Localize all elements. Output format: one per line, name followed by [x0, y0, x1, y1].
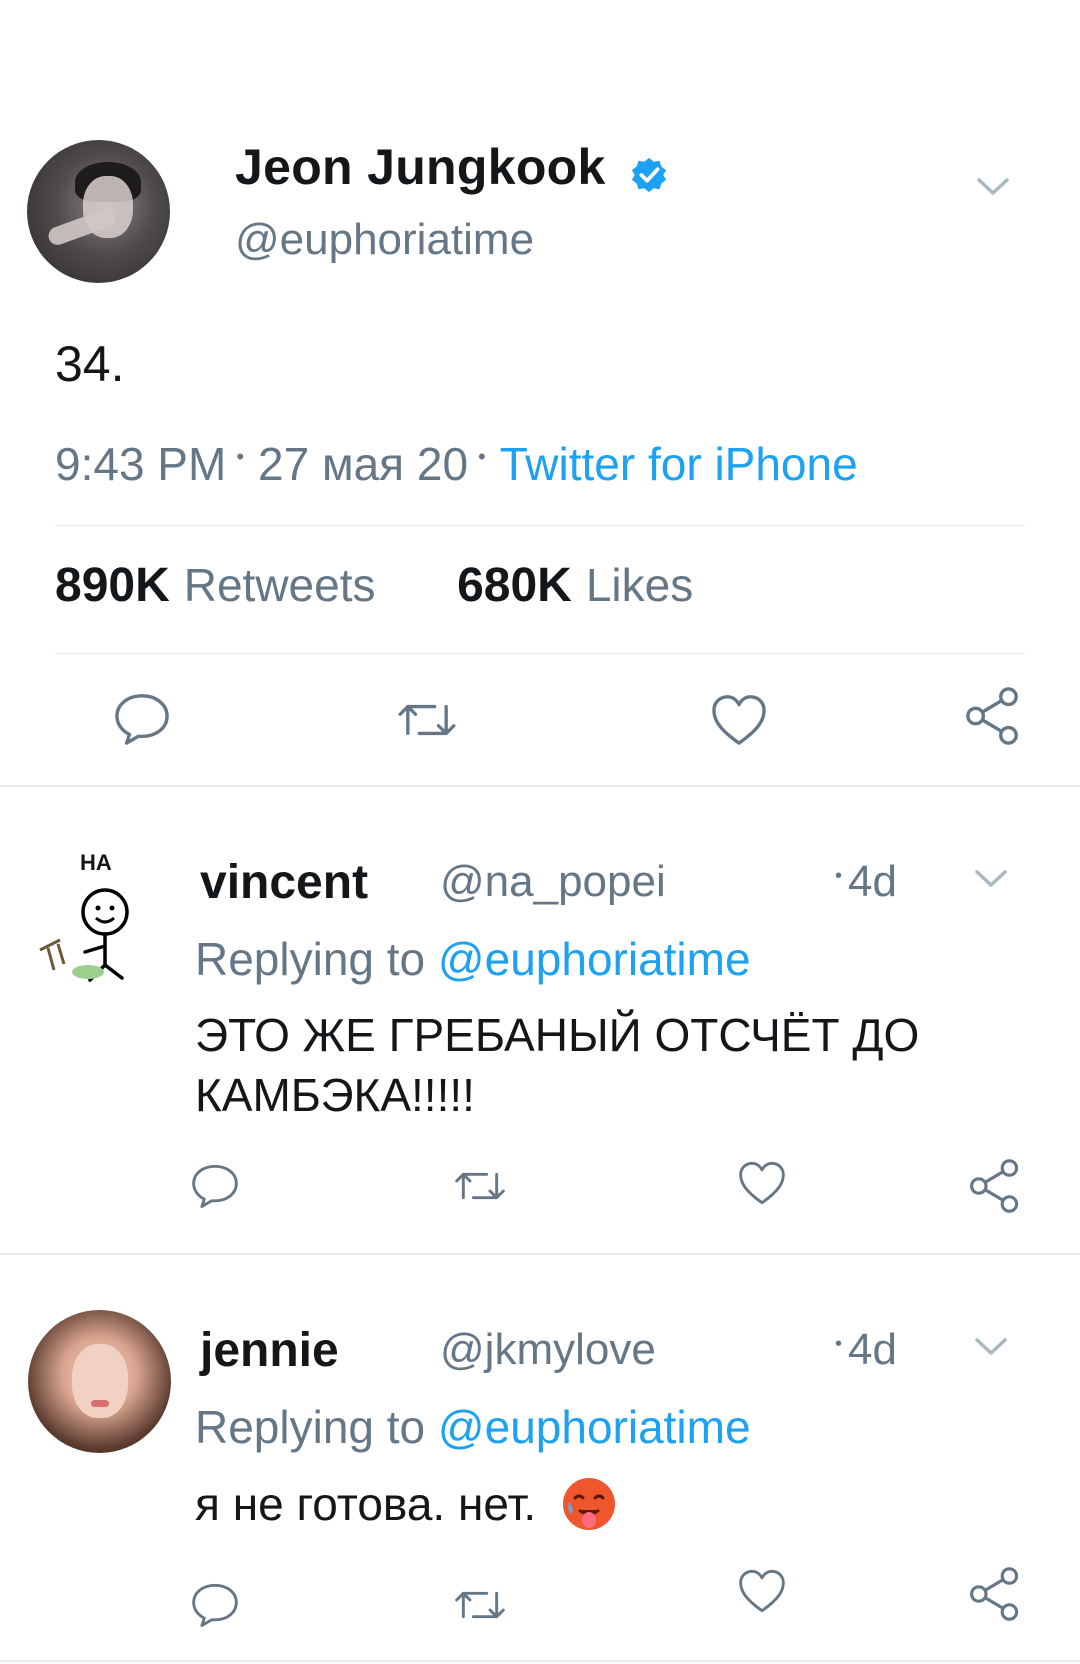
- reply-icon[interactable]: [113, 692, 171, 751]
- reply-text: я не готова. нет.: [195, 1478, 537, 1530]
- meta-separator: •: [835, 1333, 843, 1355]
- stick-figure-drawing: [39, 888, 129, 982]
- reply-timestamp: • 4d: [835, 857, 897, 907]
- retweets-label: Retweets: [183, 559, 376, 611]
- meta-separator: •: [835, 865, 843, 887]
- avatar-lips: [91, 1400, 109, 1407]
- retweet-icon[interactable]: [453, 1166, 507, 1211]
- retweets-count: 890K: [55, 559, 170, 612]
- reply-icon[interactable]: [190, 1163, 240, 1214]
- reply-avatar-vincent[interactable]: НА: [30, 850, 150, 990]
- retweets-stat[interactable]: 890K Retweets: [55, 559, 376, 612]
- tweet-source-link[interactable]: Twitter for iPhone: [500, 438, 858, 490]
- replying-prefix: Replying to: [195, 933, 426, 985]
- likes-label: Likes: [585, 559, 694, 611]
- replying-prefix: Replying to: [195, 1401, 426, 1453]
- reply-author-handle[interactable]: @na_popei: [440, 857, 666, 907]
- reply-time-value: 4d: [848, 1325, 897, 1374]
- tweet-date: 27 мая 20: [258, 438, 469, 490]
- share-icon[interactable]: [964, 685, 1022, 752]
- divider: [55, 525, 1025, 526]
- hot-face-emoji-icon: [561, 1476, 617, 1532]
- reply-text-row: я не готова. нет.: [195, 1474, 617, 1536]
- chevron-down-icon[interactable]: [975, 168, 1011, 204]
- likes-count: 680K: [457, 559, 572, 612]
- tweet-meta: 9:43 PM • 27 мая 20 • Twitter for iPhone: [55, 437, 858, 491]
- replying-to: Replying to @euphoriatime: [195, 1400, 751, 1454]
- author-avatar[interactable]: [27, 140, 170, 283]
- meta-separator: •: [478, 444, 486, 469]
- like-icon[interactable]: [737, 1160, 787, 1211]
- engagement-counts: 890K Retweets 680K Likes: [55, 558, 693, 613]
- author-name-row[interactable]: Jeon Jungkook: [235, 138, 668, 196]
- reply-text: ЭТО ЖЕ ГРЕБАНЫЙ ОТСЧЁТ ДО КАМБЭКА!!!!!: [195, 1005, 919, 1125]
- reply-avatar-jennie[interactable]: [28, 1310, 171, 1453]
- section-divider: [0, 785, 1080, 787]
- reply-icon[interactable]: [190, 1582, 240, 1633]
- avatar-arm: [46, 206, 118, 248]
- reply-text-line: ЭТО ЖЕ ГРЕБАНЫЙ ОТСЧЁТ ДО: [195, 1009, 920, 1061]
- section-divider: [0, 1660, 1080, 1662]
- tweet-text: 34.: [55, 336, 125, 392]
- reply-time-value: 4d: [848, 857, 897, 906]
- retweet-icon[interactable]: [396, 697, 458, 748]
- chevron-down-icon[interactable]: [973, 1328, 1009, 1364]
- divider: [55, 653, 1025, 654]
- verified-badge-icon: [630, 148, 668, 192]
- likes-stat[interactable]: 680K Likes: [457, 559, 694, 612]
- avatar-caption: НА: [80, 850, 112, 875]
- reply-author-handle[interactable]: @jkmylove: [440, 1325, 656, 1375]
- like-icon[interactable]: [737, 1568, 787, 1619]
- replying-handle-link[interactable]: @euphoriatime: [438, 1401, 751, 1453]
- chevron-down-icon[interactable]: [973, 860, 1009, 896]
- retweet-icon[interactable]: [453, 1585, 507, 1630]
- author-handle[interactable]: @euphoriatime: [235, 215, 534, 265]
- share-icon[interactable]: [968, 1565, 1022, 1628]
- reply-author-name[interactable]: vincent: [200, 855, 368, 910]
- share-icon[interactable]: [968, 1157, 1022, 1220]
- reply-text-line: КАМБЭКА!!!!!: [195, 1069, 475, 1121]
- author-name[interactable]: Jeon Jungkook: [235, 139, 606, 195]
- reply-timestamp: • 4d: [835, 1325, 897, 1375]
- like-icon[interactable]: [710, 693, 768, 752]
- reply-author-name[interactable]: jennie: [200, 1323, 339, 1378]
- meta-separator: •: [236, 444, 245, 469]
- replying-to: Replying to @euphoriatime: [195, 932, 751, 986]
- tweet-time: 9:43 PM: [55, 438, 227, 490]
- replying-handle-link[interactable]: @euphoriatime: [438, 933, 751, 985]
- section-divider: [0, 1253, 1080, 1255]
